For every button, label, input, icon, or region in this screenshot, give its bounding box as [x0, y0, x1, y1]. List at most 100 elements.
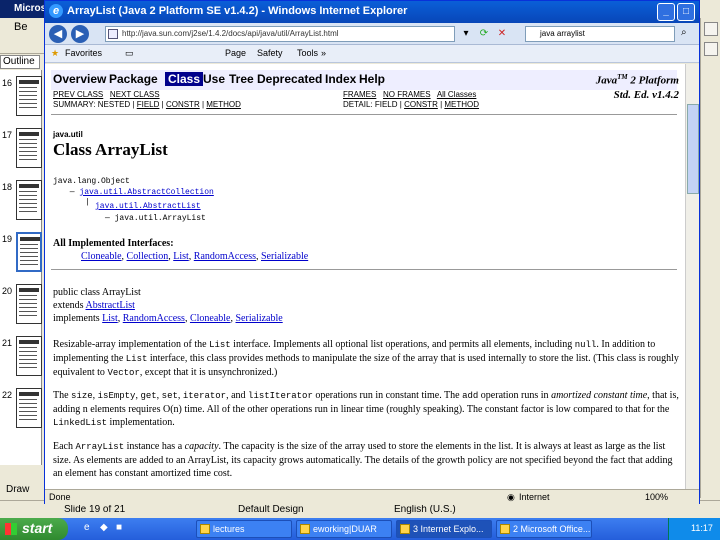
back-icon[interactable]: ◀ — [49, 25, 67, 43]
taskbar-button-office[interactable]: 2 Microsoft Office... — [496, 520, 592, 538]
quicklaunch-ie-icon[interactable]: e — [84, 522, 96, 534]
outline-tab[interactable]: Outline — [0, 55, 40, 69]
slide-number: 16 — [2, 78, 13, 88]
summary-constr-link[interactable]: CONSTR — [166, 100, 200, 109]
slide-thumbnail[interactable] — [16, 180, 42, 220]
taskbar-button-lectures[interactable]: lectures — [196, 520, 292, 538]
browser-window: e ArrayList (Java 2 Platform SE v1.4.2) … — [44, 0, 700, 505]
interface-link[interactable]: Cloneable — [81, 251, 122, 262]
tree-root: java.lang.Object — [53, 177, 130, 186]
tree-node: — java.util.ArrayList — [105, 214, 206, 223]
search-input[interactable]: java arraylist — [525, 26, 675, 42]
start-button[interactable]: start — [0, 518, 68, 540]
nav-overview[interactable]: Overview — [53, 72, 106, 86]
favorite-tab[interactable]: ▭ — [125, 48, 134, 59]
maximize-icon[interactable]: □ — [677, 3, 695, 21]
all-classes-link[interactable]: All Classes — [437, 90, 477, 99]
tree-leaf: java.util.ArrayList — [114, 214, 206, 223]
package-name: java.util — [53, 130, 83, 139]
search-text: java arraylist — [540, 29, 585, 38]
vertical-scrollbar[interactable] — [685, 64, 699, 489]
pane-button-icon[interactable] — [704, 42, 718, 56]
app-icon — [300, 524, 310, 534]
impl-link[interactable]: Cloneable — [190, 313, 231, 324]
page-button[interactable]: Page — [225, 48, 246, 58]
tree-branch: | — [85, 198, 90, 207]
interfaces-list: Cloneable, Collection, List, RandomAcces… — [81, 251, 309, 262]
refresh-icon[interactable]: ⟳ — [477, 27, 491, 41]
interface-link[interactable]: Serializable — [261, 251, 308, 262]
nav-use[interactable]: Use — [203, 72, 225, 86]
nav-index[interactable]: Index — [325, 72, 356, 86]
interfaces-heading: All Implemented Interfaces: — [53, 238, 174, 249]
favorites-button[interactable]: Favorites — [65, 48, 102, 58]
nav-package[interactable]: Package — [109, 72, 158, 86]
minimize-icon[interactable]: _ — [657, 3, 675, 21]
impl-link[interactable]: List — [102, 313, 118, 324]
nav-tree[interactable]: Tree — [229, 72, 254, 86]
next-class-link[interactable]: NEXT CLASS — [110, 90, 160, 99]
favorites-star-icon[interactable]: ★ — [51, 48, 59, 59]
detail-constr-link[interactable]: CONSTR — [404, 100, 438, 109]
slide-thumbnail[interactable] — [16, 128, 42, 168]
view-buttons[interactable] — [0, 466, 42, 484]
ie-logo-icon: e — [49, 4, 63, 18]
slide-thumbnail[interactable] — [16, 76, 42, 116]
safety-button[interactable]: Safety — [257, 48, 283, 58]
language-indicator: English (U.S.) — [394, 504, 456, 515]
address-input[interactable]: http://java.sun.com/j2se/1.4.2/docs/api/… — [105, 26, 455, 42]
summary-method-link[interactable]: METHOD — [206, 100, 241, 109]
interface-link[interactable]: RandomAccess — [194, 251, 256, 262]
browser-title: ArrayList (Java 2 Platform SE v1.4.2) - … — [67, 5, 408, 17]
impl-link[interactable]: Serializable — [236, 313, 283, 324]
forward-icon[interactable]: ▶ — [71, 25, 89, 43]
detail-method-link[interactable]: METHOD — [444, 100, 479, 109]
nav-help[interactable]: Help — [359, 72, 385, 86]
help-icon[interactable]: » — [321, 48, 326, 58]
frames-link[interactable]: FRAMES — [343, 90, 376, 99]
address-bar-row: ◀ ▶ http://java.sun.com/j2se/1.4.2/docs/… — [45, 23, 699, 45]
platform-label: JavaTM 2 Platform Std. Ed. v1.4.2 — [595, 73, 679, 101]
draw-menu[interactable]: Draw — [0, 484, 42, 500]
slide-number: 19 — [2, 234, 13, 244]
divider — [51, 269, 677, 270]
address-dropdown-icon[interactable]: ▾ — [459, 27, 473, 41]
abstract-collection-link[interactable]: java.util.AbstractCollection — [79, 188, 213, 197]
taskbar-button-internet-explorer[interactable]: 3 Internet Explo... — [396, 520, 492, 538]
javadoc-navbar: Overview Package Class Use Tree Deprecat… — [51, 70, 677, 90]
taskbar-button-eworking[interactable]: eworking|DUAR — [296, 520, 392, 538]
slide-thumbnail[interactable] — [16, 284, 42, 324]
no-frames-link[interactable]: NO FRAMES — [383, 90, 431, 99]
summary-links: SUMMARY: NESTED | FIELD | CONSTR | METHO… — [53, 100, 241, 109]
slide-thumbnail[interactable] — [16, 388, 42, 428]
zoom-level[interactable]: 100% — [645, 492, 668, 502]
system-tray: 11:17 — [668, 518, 720, 540]
tools-button[interactable]: Tools — [297, 48, 318, 58]
interface-link[interactable]: Collection — [127, 251, 169, 262]
scrollbar-thumb[interactable] — [687, 104, 699, 194]
office-icon — [500, 524, 510, 534]
stop-icon[interactable]: ✕ — [495, 27, 509, 41]
globe-icon: ◉ — [507, 492, 515, 502]
page-icon — [108, 29, 118, 39]
abstract-list-link[interactable]: java.util.AbstractList — [95, 202, 201, 211]
quicklaunch-icon[interactable]: ■ — [116, 522, 128, 534]
slide-thumbnail-selected[interactable] — [16, 232, 42, 272]
nav-deprecated[interactable]: Deprecated — [257, 72, 322, 86]
search-icon[interactable]: ⌕ — [681, 27, 695, 41]
slide-thumbnail[interactable] — [16, 336, 42, 376]
interface-link[interactable]: List — [173, 251, 189, 262]
background-app-right-strip — [700, 18, 720, 498]
slide-number: 18 — [2, 182, 13, 192]
impl-link[interactable]: RandomAccess — [123, 313, 185, 324]
summary-field-link[interactable]: FIELD — [137, 100, 160, 109]
prev-class-link[interactable]: PREV CLASS — [53, 90, 103, 99]
superclass-link[interactable]: AbstractList — [86, 300, 135, 311]
page-content: Overview Package Class Use Tree Deprecat… — [45, 64, 685, 489]
close-pane-icon[interactable] — [704, 22, 718, 36]
windows-flag-icon — [5, 523, 17, 535]
description-paragraph-2: The size, isEmpty, get, set, iterator, a… — [53, 390, 679, 428]
browser-status-bar: Done ◉ Internet 100% — [45, 489, 699, 505]
taskbar: start e ◆ ■ lectures eworking|DUAR 3 Int… — [0, 518, 720, 540]
quicklaunch-icon[interactable]: ◆ — [100, 522, 112, 534]
